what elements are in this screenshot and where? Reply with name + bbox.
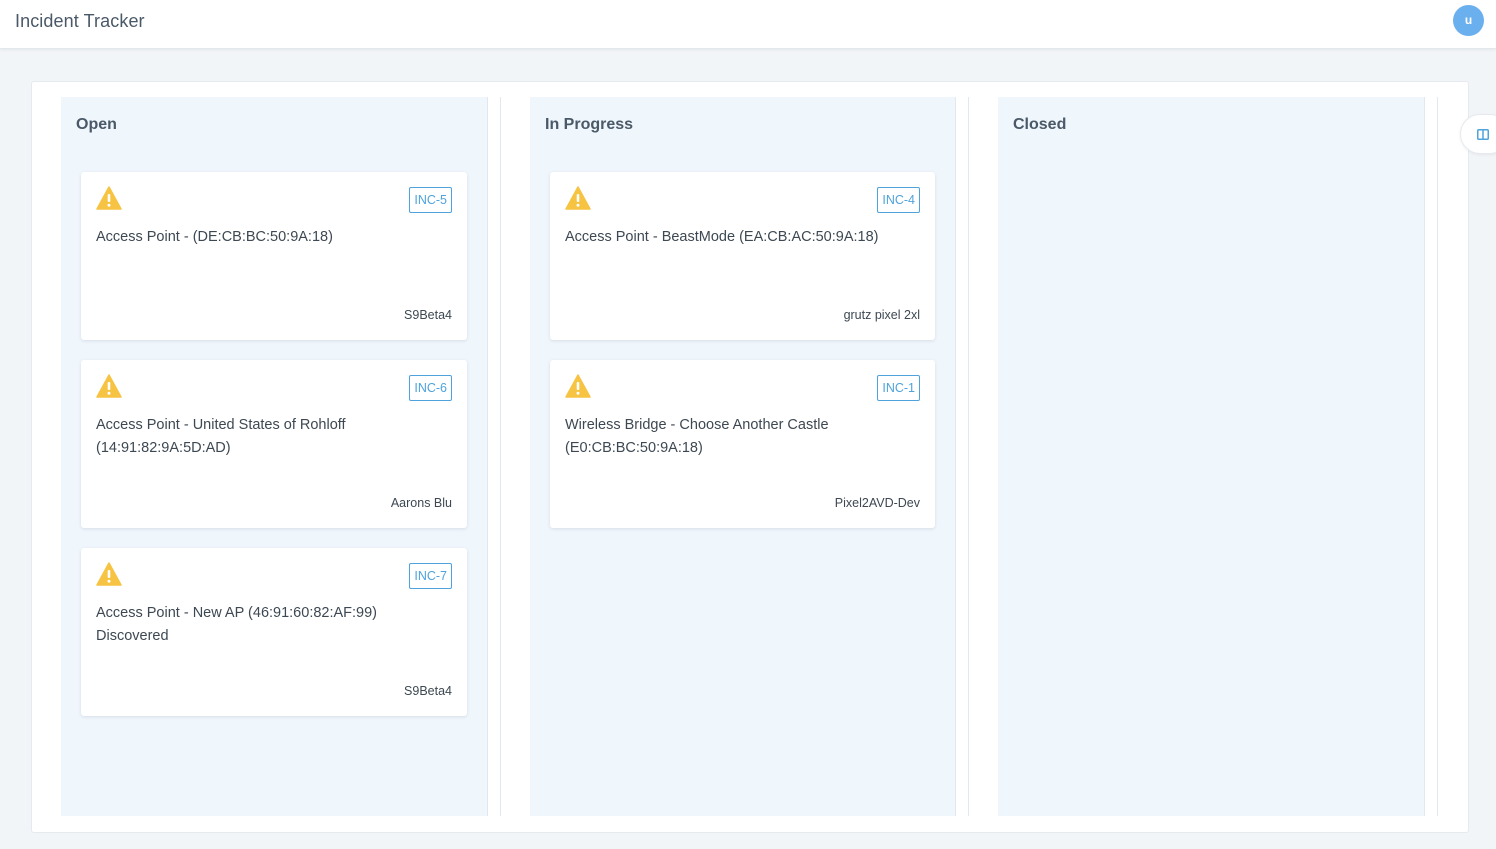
incident-card[interactable]: INC-7 Access Point - New AP (46:91:60:82… [81, 548, 467, 716]
incident-title: Access Point - BeastMode (EA:CB:AC:50:9A… [565, 229, 879, 245]
warning-icon [96, 562, 122, 586]
device-name: Aarons Blu [390, 496, 452, 510]
incident-title: Access Point - United States of Rohloff … [96, 417, 346, 456]
incident-card[interactable]: INC-4 Access Point - BeastMode (EA:CB:AC… [550, 172, 935, 340]
column-title: In Progress [545, 116, 634, 133]
incident-title: Access Point - New AP (46:91:60:82:AF:99… [96, 605, 378, 644]
incident-card[interactable]: INC-1 Wireless Bridge - Choose Another C… [550, 360, 935, 528]
column-in-progress: In Progress INC-4 Access Point - BeastMo… [530, 97, 955, 816]
columns-icon [1477, 129, 1489, 140]
column-scrollbar[interactable] [955, 97, 969, 816]
warning-icon [96, 374, 122, 398]
device-name: Pixel2AVD-Dev [834, 496, 920, 510]
column-scrollbar[interactable] [1424, 97, 1438, 816]
device-name: grutz pixel 2xl [843, 308, 920, 322]
device-name: S9Beta4 [404, 308, 452, 322]
side-panel-toggle-button[interactable] [1460, 114, 1496, 154]
incident-id-badge[interactable]: INC-5 [409, 187, 452, 213]
column-closed: Closed [998, 97, 1424, 816]
incident-id-badge[interactable]: INC-6 [409, 375, 452, 401]
incident-id-badge[interactable]: INC-7 [409, 563, 452, 589]
incident-title: Access Point - (DE:CB:BC:50:9A:18) [96, 229, 333, 245]
user-avatar[interactable]: u [1453, 5, 1484, 36]
warning-icon [565, 374, 591, 398]
incident-title: Wireless Bridge - Choose Another Castle … [565, 417, 829, 456]
column-title: Open [76, 116, 117, 133]
incident-card[interactable]: INC-5 Access Point - (DE:CB:BC:50:9A:18)… [81, 172, 467, 340]
app-title: Incident Tracker [15, 11, 145, 31]
device-name: S9Beta4 [404, 684, 452, 698]
column-open: Open INC-5 Access Point - (DE:CB:BC:50:9… [61, 97, 487, 816]
incident-id-badge[interactable]: INC-4 [877, 187, 920, 213]
warning-icon [96, 186, 122, 210]
top-bar: Incident Tracker u [0, 0, 1496, 49]
warning-icon [565, 186, 591, 210]
incident-id-badge[interactable]: INC-1 [877, 375, 920, 401]
column-scrollbar[interactable] [487, 97, 501, 816]
column-title: Closed [1013, 116, 1067, 133]
incident-card[interactable]: INC-6 Access Point - United States of Ro… [81, 360, 467, 528]
